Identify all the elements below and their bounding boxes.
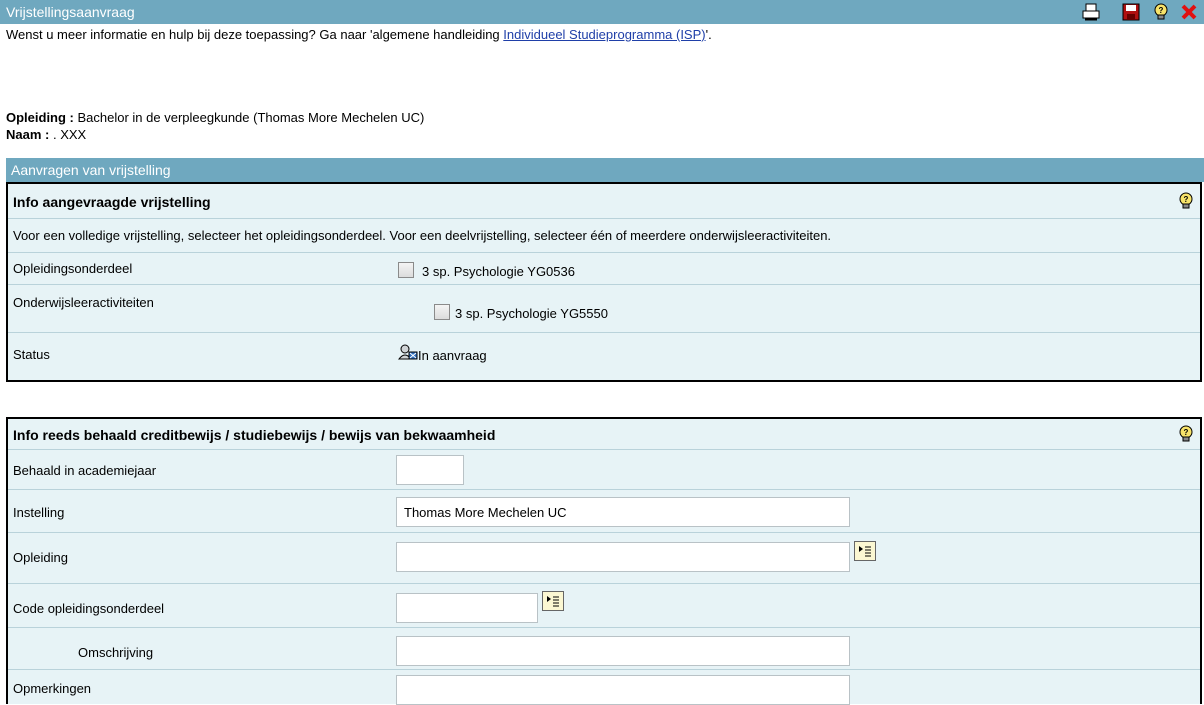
status-value: In aanvraag	[418, 348, 487, 363]
opleiding-input[interactable]	[396, 542, 850, 572]
ola-value: 3 sp. Psychologie YG5550	[455, 306, 608, 321]
omschrijving-label: Omschrijving	[78, 645, 154, 660]
ola-checkbox[interactable]	[434, 304, 450, 320]
close-x-icon[interactable]	[1178, 2, 1200, 22]
lightbulb-help-icon[interactable]: ?	[1178, 425, 1194, 443]
naam-value: . XXX	[52, 127, 87, 142]
academiejaar-label: Behaald in academiejaar	[13, 463, 157, 478]
request-panel: Info aangevraagde vrijstelling ? Voor ee…	[6, 182, 1202, 382]
printer-icon[interactable]	[1080, 2, 1102, 22]
opleidingsonderdeel-checkbox[interactable]	[398, 262, 414, 278]
window-titlebar: Vrijstellingsaanvraag ?	[0, 0, 1204, 24]
divider	[8, 583, 1200, 584]
divider	[8, 489, 1200, 490]
svg-text:?: ?	[1184, 428, 1189, 437]
status-label: Status	[13, 347, 50, 362]
opleiding-info: Opleiding : Bachelor in de verpleegkunde…	[6, 110, 424, 125]
divider	[8, 332, 1200, 333]
list-picker-icon[interactable]	[542, 591, 564, 611]
floppy-save-icon[interactable]	[1120, 2, 1142, 22]
opleiding-field-label: Opleiding	[13, 550, 68, 565]
credit-panel: Info reeds behaald creditbewijs / studie…	[6, 417, 1202, 705]
user-pending-icon	[397, 344, 418, 360]
divider	[8, 218, 1200, 219]
svg-text:?: ?	[1184, 195, 1189, 204]
omschrijving-input[interactable]	[396, 636, 850, 666]
divider	[8, 284, 1200, 285]
instelling-input[interactable]	[396, 497, 850, 527]
section-header: Aanvragen van vrijstelling	[6, 158, 1204, 182]
divider	[8, 252, 1200, 253]
help-prefix: Wenst u meer informatie en hulp bij deze…	[6, 27, 504, 42]
list-picker-icon[interactable]	[854, 541, 876, 561]
divider	[8, 627, 1200, 628]
opmerkingen-label: Opmerkingen	[13, 681, 92, 696]
opleiding-label: Opleiding :	[6, 110, 74, 125]
help-line: Wenst u meer informatie en hulp bij deze…	[6, 27, 712, 42]
request-panel-title: Info aangevraagde vrijstelling	[13, 194, 211, 210]
instelling-label: Instelling	[13, 505, 65, 520]
divider	[8, 532, 1200, 533]
academiejaar-input[interactable]	[396, 455, 464, 485]
window-title: Vrijstellingsaanvraag	[6, 4, 135, 20]
credit-panel-title: Info reeds behaald creditbewijs / studie…	[13, 427, 496, 443]
opleidingsonderdeel-label: Opleidingsonderdeel	[13, 261, 133, 276]
naam-info: Naam : . XXX	[6, 127, 86, 142]
code-label: Code opleidingsonderdeel	[13, 601, 165, 616]
svg-text:?: ?	[1159, 6, 1164, 15]
isp-manual-link[interactable]: Individueel Studieprogramma (ISP)	[503, 27, 705, 42]
divider	[8, 449, 1200, 450]
divider	[8, 669, 1200, 670]
help-suffix: '.	[705, 27, 712, 42]
lightbulb-help-icon[interactable]: ?	[1150, 2, 1172, 22]
instruction-text: Voor een volledige vrijstelling, selecte…	[13, 228, 832, 243]
opleidingsonderdeel-value: 3 sp. Psychologie YG0536	[422, 264, 575, 279]
ola-label: Onderwijsleeractiviteiten	[13, 295, 154, 310]
opleiding-value: Bachelor in de verpleegkunde (Thomas Mor…	[73, 110, 425, 125]
lightbulb-help-icon[interactable]: ?	[1178, 192, 1194, 210]
code-input[interactable]	[396, 593, 538, 623]
naam-label: Naam :	[6, 127, 50, 142]
opmerkingen-input[interactable]	[396, 675, 850, 705]
